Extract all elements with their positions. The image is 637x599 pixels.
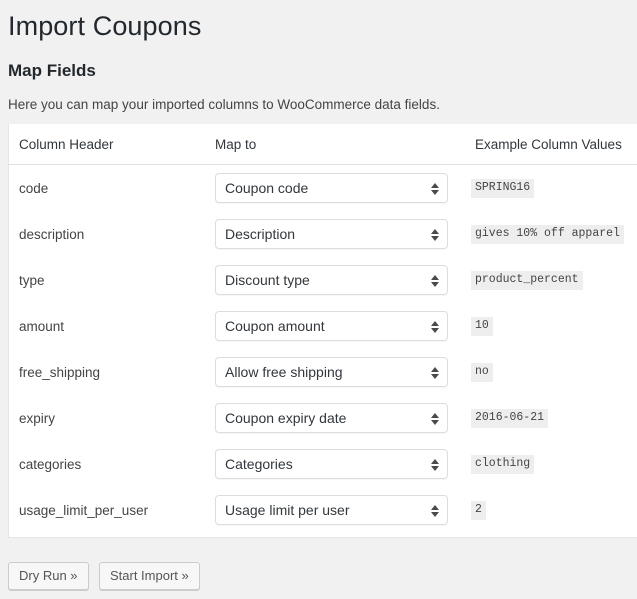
column-header-label: free_shipping: [19, 364, 101, 380]
map-to-select-free_shipping[interactable]: Allow free shipping: [215, 357, 448, 387]
map-to-select-value: Discount type: [225, 272, 310, 288]
table-row: free_shipping Allow free shipping no: [9, 349, 637, 395]
example-value-chip: clothing: [471, 455, 535, 474]
column-header-label: categories: [19, 456, 82, 472]
example-value-chip: 2016-06-21: [471, 409, 549, 428]
example-value-cell: gives 10% off apparel: [461, 211, 637, 257]
map-to-cell: Discount type: [205, 257, 461, 303]
example-value-chip: product_percent: [471, 271, 583, 290]
page-title: Import Coupons: [8, 11, 202, 41]
column-header-cell: code: [9, 165, 205, 212]
column-header-cell: expiry: [9, 395, 205, 441]
map-to-select-value: Categories: [225, 456, 293, 472]
select-updown-arrows-icon: [430, 358, 439, 388]
column-header-label: amount: [19, 318, 65, 334]
example-value-chip: 10: [471, 317, 493, 336]
example-value-chip: SPRING16: [471, 179, 535, 198]
map-to-cell: Coupon expiry date: [205, 395, 461, 441]
table-row: categories Categories clothing: [9, 441, 637, 487]
select-updown-arrows-icon: [430, 174, 439, 204]
map-to-select-expiry[interactable]: Coupon expiry date: [215, 403, 448, 433]
column-header-label: expiry: [19, 410, 56, 426]
map-to-cell: Description: [205, 211, 461, 257]
table-row: amount Coupon amount 10: [9, 303, 637, 349]
example-value-cell: 2016-06-21: [461, 395, 637, 441]
map-to-heading: Map to: [205, 124, 461, 165]
column-header-label: description: [19, 226, 85, 242]
map-to-select-usage_limit_per_user[interactable]: Usage limit per user: [215, 495, 448, 525]
column-header-cell: free_shipping: [9, 349, 205, 395]
example-value-cell: 2: [461, 487, 637, 537]
column-header-cell: categories: [9, 441, 205, 487]
example-value-cell: no: [461, 349, 637, 395]
table-body: code Coupon code SPRING16 description Descri…: [9, 165, 637, 538]
action-button-row: Dry Run » Start Import »: [8, 562, 200, 590]
table-row: code Coupon code SPRING16: [9, 165, 637, 212]
map-to-select-code[interactable]: Coupon code: [215, 173, 448, 203]
map-to-select-value: Description: [225, 226, 296, 242]
map-to-select-value: Allow free shipping: [225, 364, 343, 380]
dry-run-button[interactable]: Dry Run »: [8, 562, 89, 590]
map-to-cell: Usage limit per user: [205, 487, 461, 537]
map-to-cell: Allow free shipping: [205, 349, 461, 395]
table-head: Column Header Map to Example Column Valu…: [9, 124, 637, 165]
select-updown-arrows-icon: [430, 220, 439, 250]
column-header-label: usage_limit_per_user: [19, 502, 149, 518]
map-to-cell: Categories: [205, 441, 461, 487]
example-value-cell: 10: [461, 303, 637, 349]
table-row: type Discount type product_percent: [9, 257, 637, 303]
map-to-select-amount[interactable]: Coupon amount: [215, 311, 448, 341]
select-updown-arrows-icon: [430, 496, 439, 526]
column-header-label: code: [19, 180, 49, 196]
table-header-row: Column Header Map to Example Column Valu…: [9, 124, 637, 165]
select-updown-arrows-icon: [430, 404, 439, 434]
table-row: expiry Coupon expiry date 2016-06-21: [9, 395, 637, 441]
column-header-cell: usage_limit_per_user: [9, 487, 205, 537]
map-to-select-value: Coupon expiry date: [225, 410, 347, 426]
select-updown-arrows-icon: [430, 450, 439, 480]
map-to-select-value: Coupon amount: [225, 318, 325, 334]
example-value-cell: SPRING16: [461, 165, 637, 212]
example-value-cell: clothing: [461, 441, 637, 487]
map-to-cell: Coupon code: [205, 165, 461, 212]
section-description: Here you can map your imported columns t…: [8, 97, 440, 113]
select-updown-arrows-icon: [430, 312, 439, 342]
select-updown-arrows-icon: [430, 266, 439, 296]
map-to-select-type[interactable]: Discount type: [215, 265, 448, 295]
table-row: usage_limit_per_user Usage limit per user…: [9, 487, 637, 537]
example-value-cell: product_percent: [461, 257, 637, 303]
column-header-cell: type: [9, 257, 205, 303]
table-row: description Description gives 10% off appa…: [9, 211, 637, 257]
column-header-cell: description: [9, 211, 205, 257]
example-value-chip: 2: [471, 501, 486, 520]
map-to-select-value: Coupon code: [225, 180, 309, 196]
section-title: Map Fields: [8, 61, 96, 81]
field-mapping-table: Column Header Map to Example Column Valu…: [9, 124, 637, 537]
map-to-select-categories[interactable]: Categories: [215, 449, 448, 479]
example-value-chip: no: [471, 363, 493, 382]
map-to-select-description[interactable]: Description: [215, 219, 448, 249]
map-to-cell: Coupon amount: [205, 303, 461, 349]
start-import-button[interactable]: Start Import »: [98, 562, 200, 590]
column-header-heading: Column Header: [9, 124, 205, 165]
column-header-cell: amount: [9, 303, 205, 349]
column-header-label: type: [19, 272, 45, 288]
example-value-chip: gives 10% off apparel: [471, 225, 624, 244]
map-fields-card: Column Header Map to Example Column Valu…: [8, 124, 637, 538]
example-values-heading: Example Column Values: [461, 124, 637, 165]
map-to-select-value: Usage limit per user: [225, 502, 350, 518]
